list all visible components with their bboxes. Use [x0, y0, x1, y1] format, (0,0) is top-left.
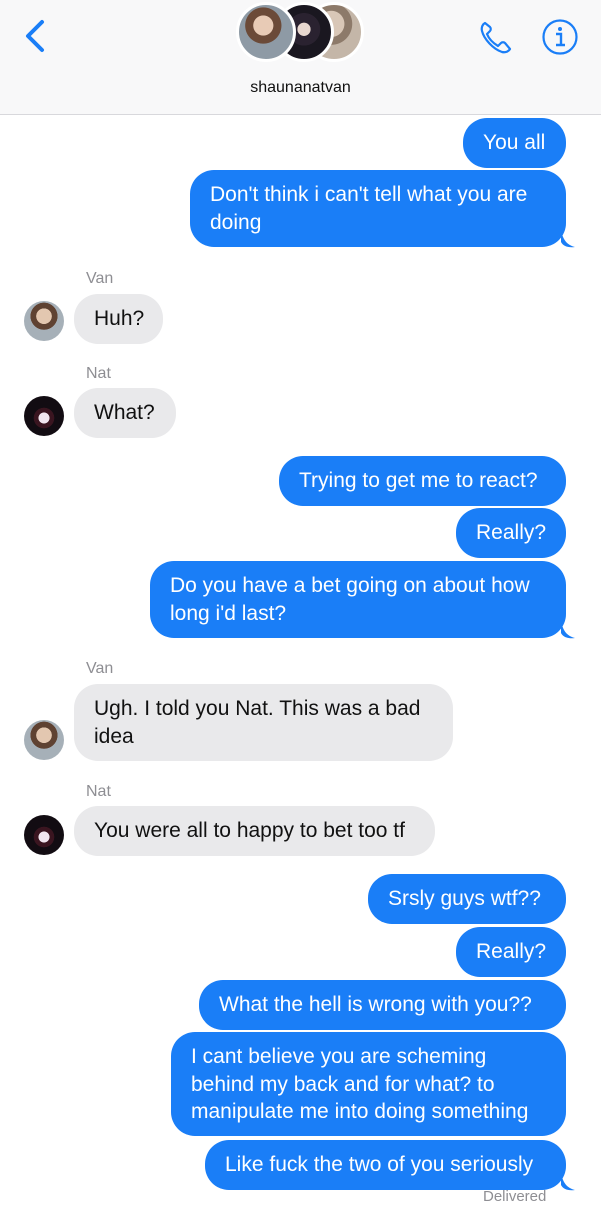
sender-name: Nat	[86, 365, 111, 382]
outgoing-message[interactable]: Do you have a bet going on about how lon…	[150, 561, 566, 638]
message-line: I cant believe you are scheming	[191, 1045, 487, 1068]
message-text: What the hell is wrong with you??	[219, 993, 532, 1016]
outgoing-message[interactable]: Really?	[456, 927, 566, 977]
conversation-header: shaunanatvan	[0, 0, 601, 115]
message-text: You all	[483, 131, 546, 154]
incoming-message[interactable]: You were all to happy to bet too tf	[74, 806, 435, 856]
info-icon[interactable]	[541, 18, 579, 56]
message-text: Srsly guys wtf??	[388, 887, 541, 910]
bubble-tail	[561, 230, 575, 248]
group-name[interactable]: shaunanatvan	[0, 79, 601, 97]
message-line: long i'd last?	[170, 601, 287, 625]
incoming-message[interactable]: Huh?	[74, 294, 163, 344]
message-line: behind my back and for what? to	[191, 1072, 495, 1096]
phone-icon[interactable]	[476, 18, 516, 58]
outgoing-message[interactable]: Trying to get me to react?	[279, 456, 566, 506]
message-text: Like fuck the two of you seriously	[225, 1153, 534, 1176]
sender-name: Van	[86, 270, 114, 287]
incoming-message[interactable]: What?	[74, 388, 176, 438]
chevron-left-icon[interactable]	[18, 18, 54, 54]
message-text: Really?	[476, 940, 547, 963]
message-text: Huh?	[94, 307, 145, 330]
incoming-message[interactable]: Ugh. I told you Nat. This was a bad idea	[74, 684, 453, 761]
group-avatar-stack[interactable]	[236, 0, 366, 68]
message-text: Trying to get me to react?	[299, 469, 538, 492]
outgoing-message[interactable]: Don't think i can't tell what you are do…	[190, 170, 566, 247]
bubble-tail	[561, 1173, 575, 1191]
outgoing-message[interactable]: You all	[463, 118, 566, 168]
sender-name: Van	[86, 660, 114, 677]
outgoing-message[interactable]: Srsly guys wtf??	[368, 874, 566, 924]
delivered-status: Delivered	[483, 1188, 547, 1205]
message-text: Really?	[476, 521, 547, 544]
message-line: Ugh. I told you Nat. This was a bad	[94, 697, 421, 720]
outgoing-message[interactable]: I cant believe you are scheming behind m…	[171, 1032, 566, 1136]
message-line: idea	[94, 724, 134, 748]
outgoing-message[interactable]: Really?	[456, 508, 566, 558]
message-line: Do you have a bet going on about how	[170, 574, 530, 597]
outgoing-message[interactable]: Like fuck the two of you seriously	[205, 1140, 566, 1190]
message-line: Don't think i can't tell what you are	[210, 183, 528, 206]
sender-name: Nat	[86, 783, 111, 800]
message-text: What?	[94, 401, 155, 424]
message-line: doing	[210, 210, 262, 234]
outgoing-message[interactable]: What the hell is wrong with you??	[199, 980, 566, 1030]
avatar[interactable]	[24, 720, 64, 760]
avatar	[236, 2, 296, 62]
avatar[interactable]	[24, 301, 64, 341]
avatar[interactable]	[24, 396, 64, 436]
message-text: You were all to happy to bet too tf	[94, 819, 405, 842]
avatar[interactable]	[24, 815, 64, 855]
message-line: manipulate me into doing something	[191, 1100, 529, 1123]
bubble-tail	[561, 621, 575, 639]
